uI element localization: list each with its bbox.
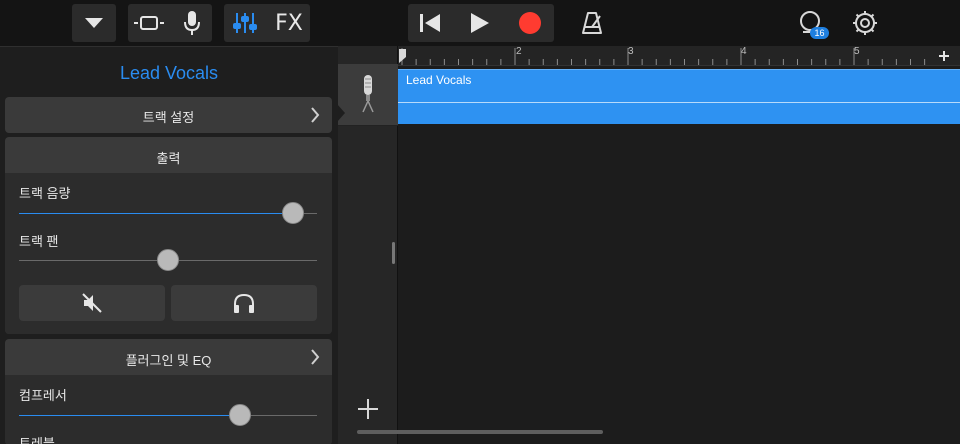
chevron-right-icon: [311, 349, 320, 365]
region-label: Lead Vocals: [406, 73, 472, 87]
track-pan-knob[interactable]: [157, 249, 179, 271]
track-inspector-panel: Lead Vocals 트랙 설정 출력 트랙 음량 트랙 팬 플러그인 및 E…: [0, 46, 338, 444]
ruler-label-4: 4: [741, 46, 747, 57]
play-icon: [471, 13, 489, 33]
track-settings-row[interactable]: 트랙 설정: [5, 97, 332, 133]
plugins-eq-section: 플러그인 및 EQ 컴프레서 트레블: [5, 339, 332, 444]
view-group: [128, 4, 212, 42]
rewind-button[interactable]: [408, 4, 452, 42]
output-header: 출력: [156, 151, 181, 166]
metronome-icon: [582, 12, 602, 34]
ruler-label-3: 3: [628, 46, 634, 57]
panel-title: Lead Vocals: [119, 63, 219, 83]
ruler-label-5: 5: [854, 46, 860, 57]
track-volume-knob[interactable]: [282, 202, 305, 224]
mixer-icon: [233, 13, 257, 33]
compressor-knob[interactable]: [228, 404, 251, 426]
bar-ruler[interactable]: 2 3 4 5: [398, 46, 960, 66]
microphone-icon: [184, 11, 200, 35]
ruler-label-2: 2: [516, 46, 522, 57]
track-pan-label: 트랙 팬: [19, 234, 59, 249]
fx-label: FX: [275, 10, 303, 36]
loop-count-badge: 16: [810, 27, 829, 39]
ruler-ticks: [401, 48, 926, 65]
track-settings-label: 트랙 설정: [142, 110, 195, 125]
mute-icon: [82, 293, 102, 313]
playhead-icon[interactable]: [398, 48, 407, 64]
plus-icon[interactable]: [938, 50, 950, 62]
microphone-instrument-icon: [362, 75, 374, 113]
horizontal-scrollbar[interactable]: [357, 430, 603, 434]
resize-handle[interactable]: [392, 242, 395, 264]
mixer-button[interactable]: [224, 4, 266, 42]
track-pan-slider[interactable]: [19, 249, 317, 271]
add-track-icon: [358, 399, 378, 419]
chevron-right-icon: [311, 107, 320, 123]
plugins-eq-body: 컴프레서 트레블: [5, 375, 332, 444]
region-waveform-line: [398, 102, 960, 103]
headphones-icon: [234, 293, 254, 313]
metronome-button[interactable]: [572, 4, 612, 42]
treble-label: 트레블: [19, 436, 55, 444]
track-header-column: [337, 46, 398, 444]
track-menu-button[interactable]: [72, 4, 116, 42]
tracks-view-icon: [134, 16, 164, 30]
microphone-button[interactable]: [172, 4, 212, 42]
fx-button[interactable]: FX: [268, 4, 310, 42]
play-button[interactable]: [458, 4, 502, 42]
top-toolbar: FX 16: [0, 0, 960, 46]
record-button[interactable]: [508, 4, 552, 42]
selection-pointer: [337, 104, 345, 122]
track-volume-slider[interactable]: [19, 202, 317, 224]
track-volume-label: 트랙 음량: [19, 186, 71, 201]
tracks-timeline[interactable]: 2 3 4 5 Lead Vocals: [398, 46, 960, 444]
output-body: 트랙 음량 트랙 팬: [5, 173, 332, 334]
compressor-label: 컴프레서: [19, 388, 67, 403]
settings-gear-icon: [853, 11, 877, 35]
output-section: 출력 트랙 음량 트랙 팬: [5, 137, 332, 334]
track-volume-fill: [19, 213, 294, 214]
transport-group: [408, 4, 554, 42]
dropdown-icon: [85, 18, 103, 28]
mute-button[interactable]: [19, 285, 165, 321]
compressor-fill: [19, 415, 240, 416]
tracks-view-button[interactable]: [128, 4, 170, 42]
plugins-eq-header[interactable]: 플러그인 및 EQ: [5, 350, 332, 369]
rewind-icon: [420, 14, 440, 32]
solo-headphones-button[interactable]: [171, 285, 317, 321]
settings-button[interactable]: [845, 4, 885, 42]
record-icon: [519, 12, 541, 34]
track-header-lead-vocals[interactable]: [337, 64, 398, 126]
compressor-slider[interactable]: [19, 404, 317, 426]
audio-region[interactable]: Lead Vocals: [398, 69, 960, 124]
add-track-button[interactable]: [356, 397, 380, 426]
mix-group: FX: [224, 4, 310, 42]
